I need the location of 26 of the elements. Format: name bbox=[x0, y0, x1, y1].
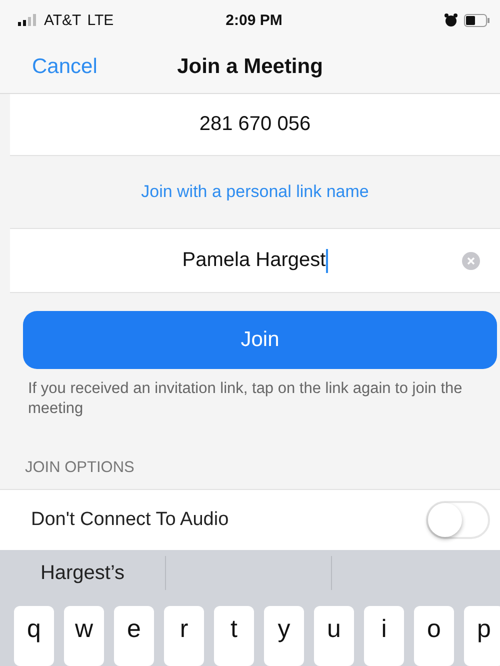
invitation-hint: If you received an invitation link, tap on the link again to join the meeting bbox=[28, 379, 464, 419]
join-button[interactable]: Join bbox=[23, 311, 497, 369]
alarm-clock-icon bbox=[444, 13, 458, 27]
battery-icon bbox=[464, 14, 490, 26]
option-label: Don't Connect To Audio bbox=[31, 509, 230, 531]
network-type: LTE bbox=[87, 12, 114, 28]
keyboard-key[interactable]: e bbox=[114, 606, 154, 666]
keyboard-key[interactable]: q bbox=[14, 606, 54, 666]
screen-title: Join a Meeting bbox=[177, 54, 323, 78]
audio-toggle[interactable] bbox=[426, 501, 490, 539]
carrier-name: AT&T bbox=[44, 12, 82, 28]
keyboard-key[interactable]: t bbox=[214, 606, 254, 666]
keyboard-key[interactable]: r bbox=[164, 606, 204, 666]
keyboard-key[interactable]: o bbox=[414, 606, 454, 666]
section-header: JOIN OPTIONS bbox=[25, 459, 134, 476]
status-time: 2:09 PM bbox=[226, 12, 282, 28]
keyboard-key[interactable]: i bbox=[364, 606, 404, 666]
keyboard-key[interactable]: p bbox=[464, 606, 500, 666]
meeting-id-field[interactable]: 281 670 056 bbox=[10, 94, 500, 156]
keyboard-key[interactable]: u bbox=[314, 606, 354, 666]
signal-icon bbox=[18, 14, 38, 26]
word-suggestion[interactable]: Hargest’s bbox=[0, 556, 166, 590]
name-field[interactable]: Pamela Hargest bbox=[10, 229, 500, 293]
keyboard-key[interactable]: w bbox=[64, 606, 104, 666]
clear-icon[interactable] bbox=[462, 252, 480, 270]
keyboard-key[interactable]: y bbox=[264, 606, 304, 666]
